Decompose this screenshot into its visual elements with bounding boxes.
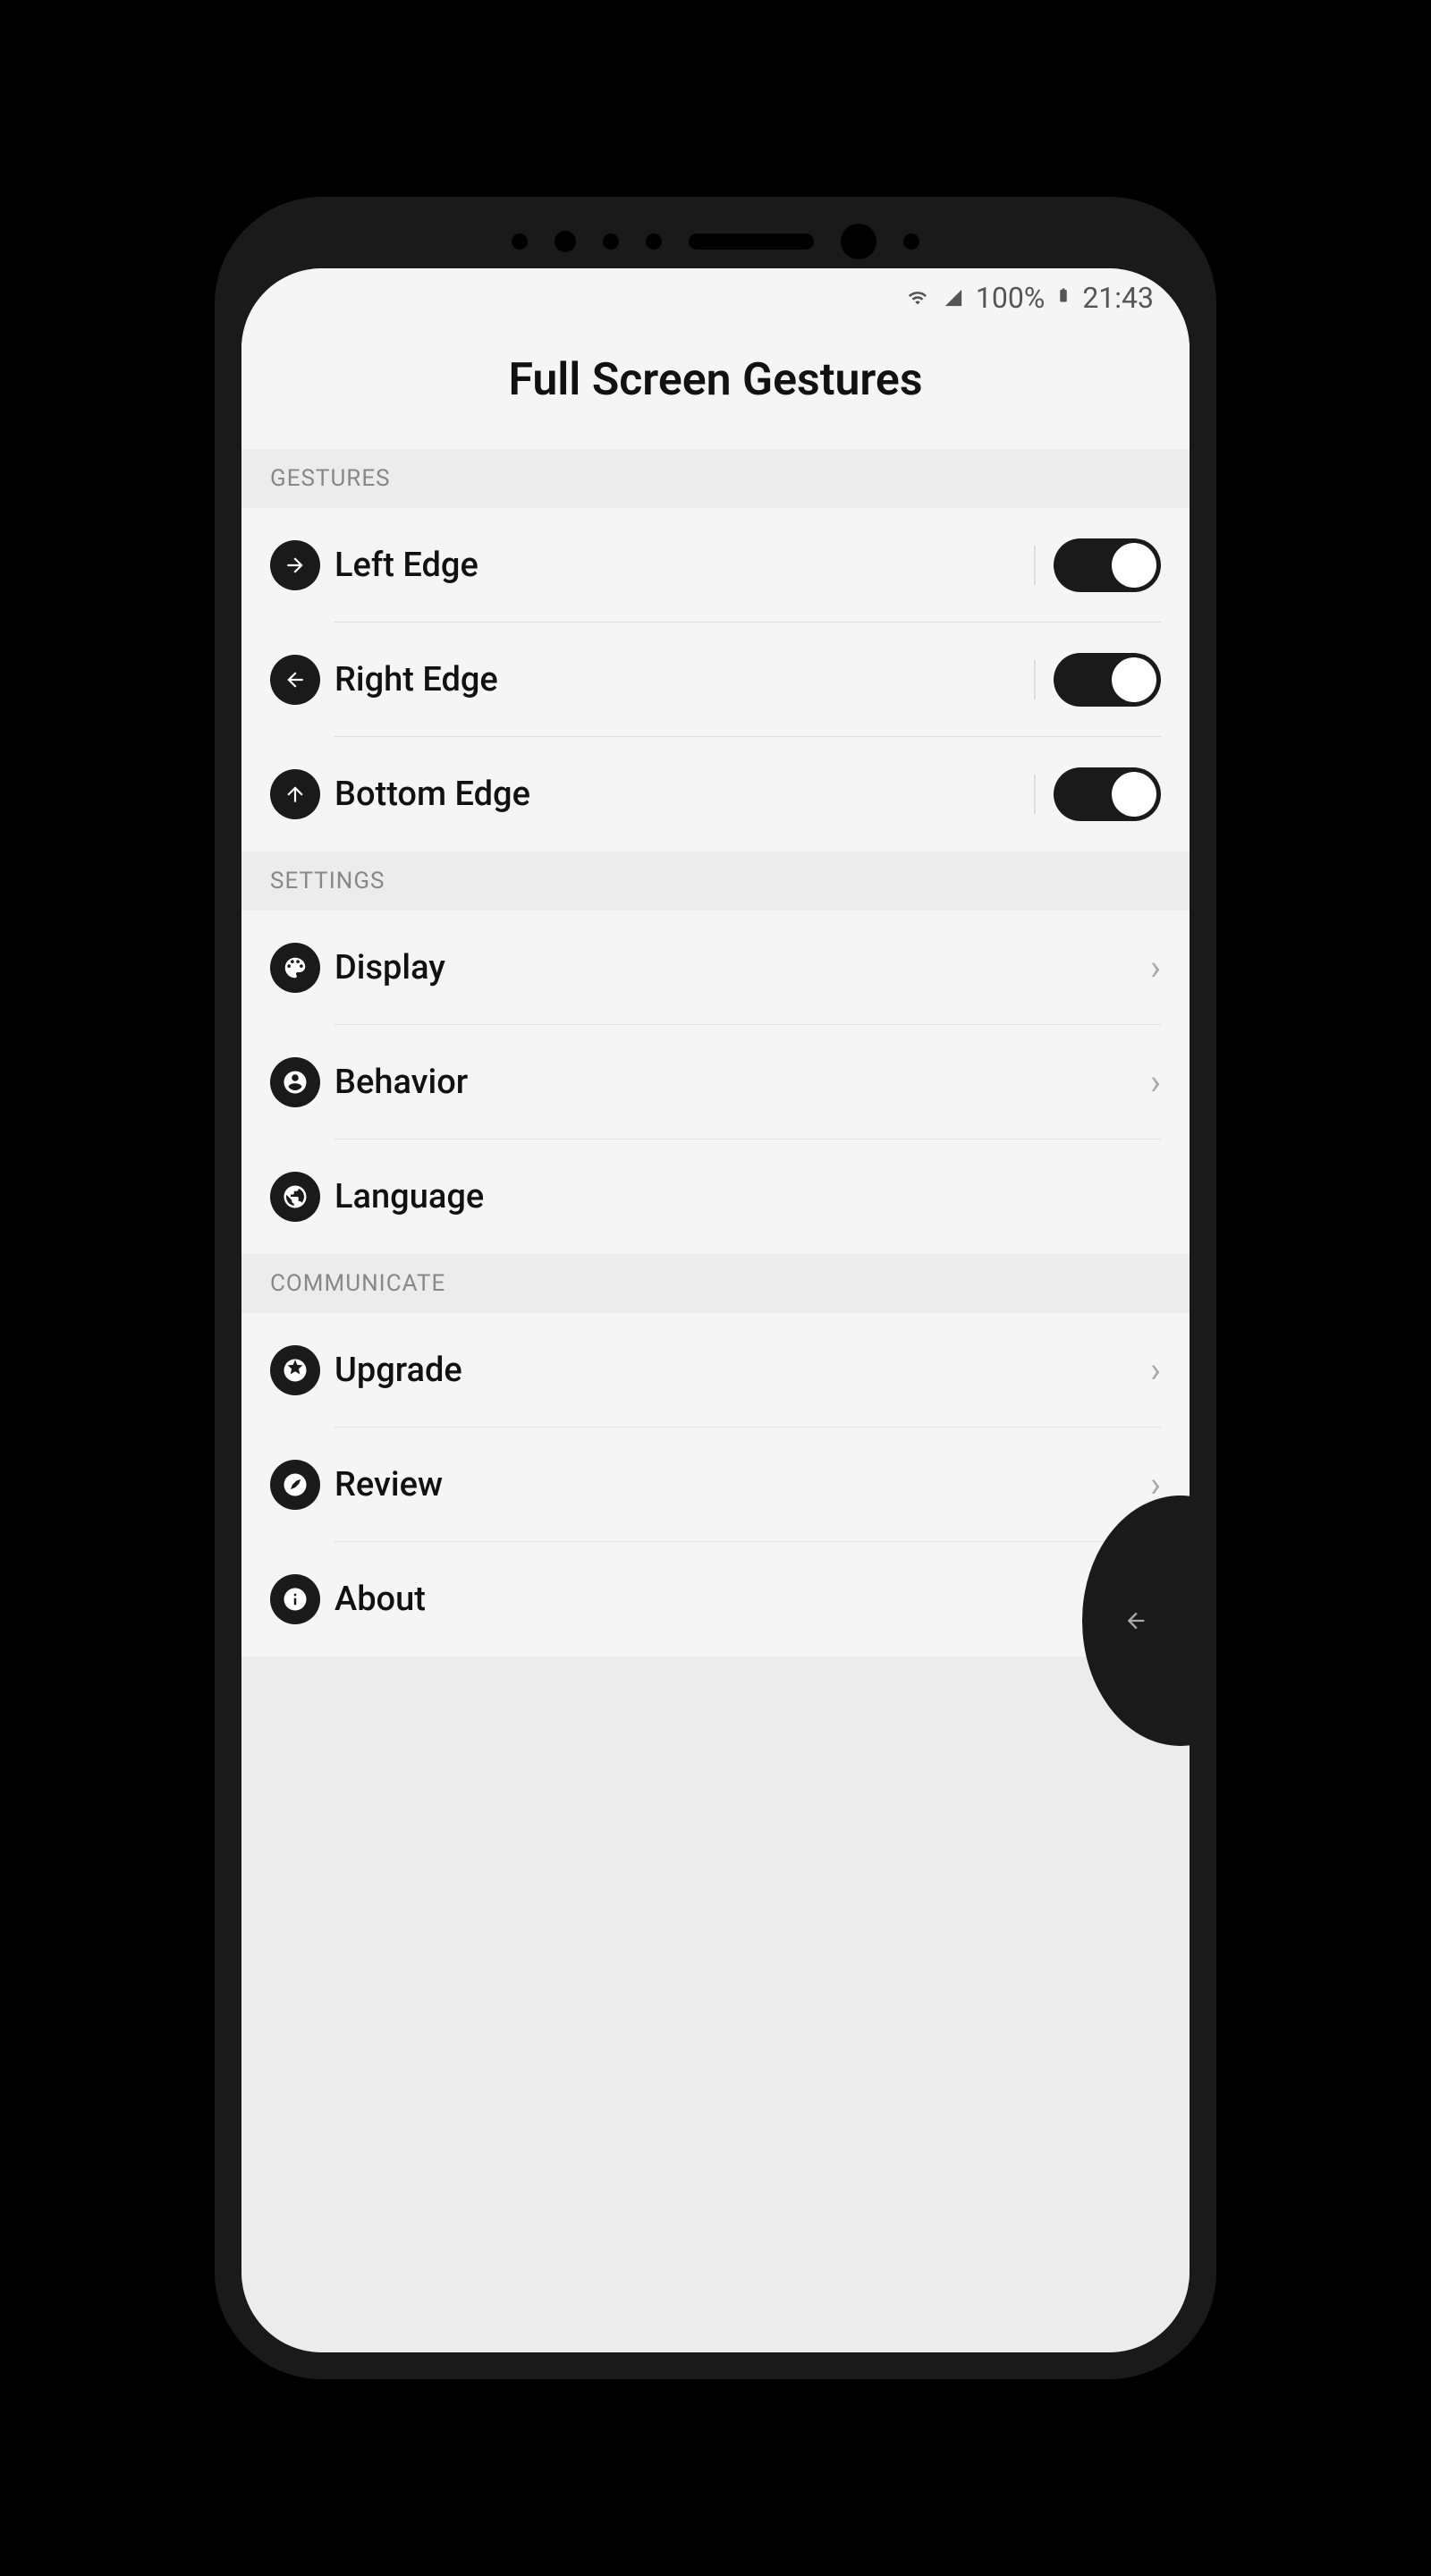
app-header: Full Screen Gestures xyxy=(241,327,1190,449)
row-language[interactable]: Language xyxy=(241,1140,1190,1254)
section-header-gestures: GESTURES xyxy=(241,449,1190,508)
row-label: Behavior xyxy=(334,1063,1150,1102)
screen: 100% 21:43 Full Screen Gestures GESTURES… xyxy=(241,268,1190,2352)
empty-area xyxy=(241,1657,1190,2352)
toggle-left-edge[interactable] xyxy=(1054,538,1161,592)
row-label: Left Edge xyxy=(334,546,1034,585)
signal-icon xyxy=(942,281,965,315)
phone-frame: 100% 21:43 Full Screen Gestures GESTURES… xyxy=(215,197,1216,2379)
row-label: Language xyxy=(334,1177,1161,1216)
row-label: Review xyxy=(334,1465,1150,1504)
row-display[interactable]: Display › xyxy=(241,911,1190,1025)
star-icon xyxy=(270,1345,320,1395)
toggle-right-edge[interactable] xyxy=(1054,653,1161,707)
row-bottom-edge[interactable]: Bottom Edge xyxy=(241,737,1190,852)
row-upgrade[interactable]: Upgrade › xyxy=(241,1313,1190,1428)
divider xyxy=(1034,546,1036,585)
status-bar: 100% 21:43 xyxy=(241,268,1190,327)
divider xyxy=(1034,775,1036,814)
battery-icon xyxy=(1055,281,1071,315)
divider xyxy=(1034,660,1036,699)
page-title: Full Screen Gestures xyxy=(241,354,1190,406)
row-label: Right Edge xyxy=(334,660,1034,699)
person-icon xyxy=(270,1057,320,1107)
wifi-icon xyxy=(904,281,931,315)
row-left-edge[interactable]: Left Edge xyxy=(241,508,1190,623)
row-review[interactable]: Review › xyxy=(241,1428,1190,1542)
row-label: About xyxy=(334,1580,1150,1619)
clock-text: 21:43 xyxy=(1082,281,1154,315)
toggle-bottom-edge[interactable] xyxy=(1054,767,1161,821)
row-behavior[interactable]: Behavior › xyxy=(241,1025,1190,1140)
arrow-right-icon xyxy=(270,540,320,590)
row-label: Bottom Edge xyxy=(334,775,1034,814)
info-icon xyxy=(270,1574,320,1624)
chevron-right-icon: › xyxy=(1150,1061,1161,1103)
chevron-right-icon: › xyxy=(1150,1349,1161,1391)
edit-icon xyxy=(270,1460,320,1510)
globe-icon xyxy=(270,1172,320,1222)
palette-icon xyxy=(270,943,320,993)
arrow-up-icon xyxy=(270,769,320,819)
battery-text: 100% xyxy=(976,281,1045,315)
content-area: GESTURES Left Edge Right xyxy=(241,449,1190,2352)
section-header-communicate: COMMUNICATE xyxy=(241,1254,1190,1313)
arrow-left-icon xyxy=(270,655,320,705)
chevron-right-icon: › xyxy=(1150,946,1161,988)
row-label: Display xyxy=(334,948,1150,987)
row-right-edge[interactable]: Right Edge xyxy=(241,623,1190,737)
section-header-settings: SETTINGS xyxy=(241,852,1190,911)
row-about[interactable]: About › xyxy=(241,1542,1190,1657)
row-label: Upgrade xyxy=(334,1351,1150,1390)
